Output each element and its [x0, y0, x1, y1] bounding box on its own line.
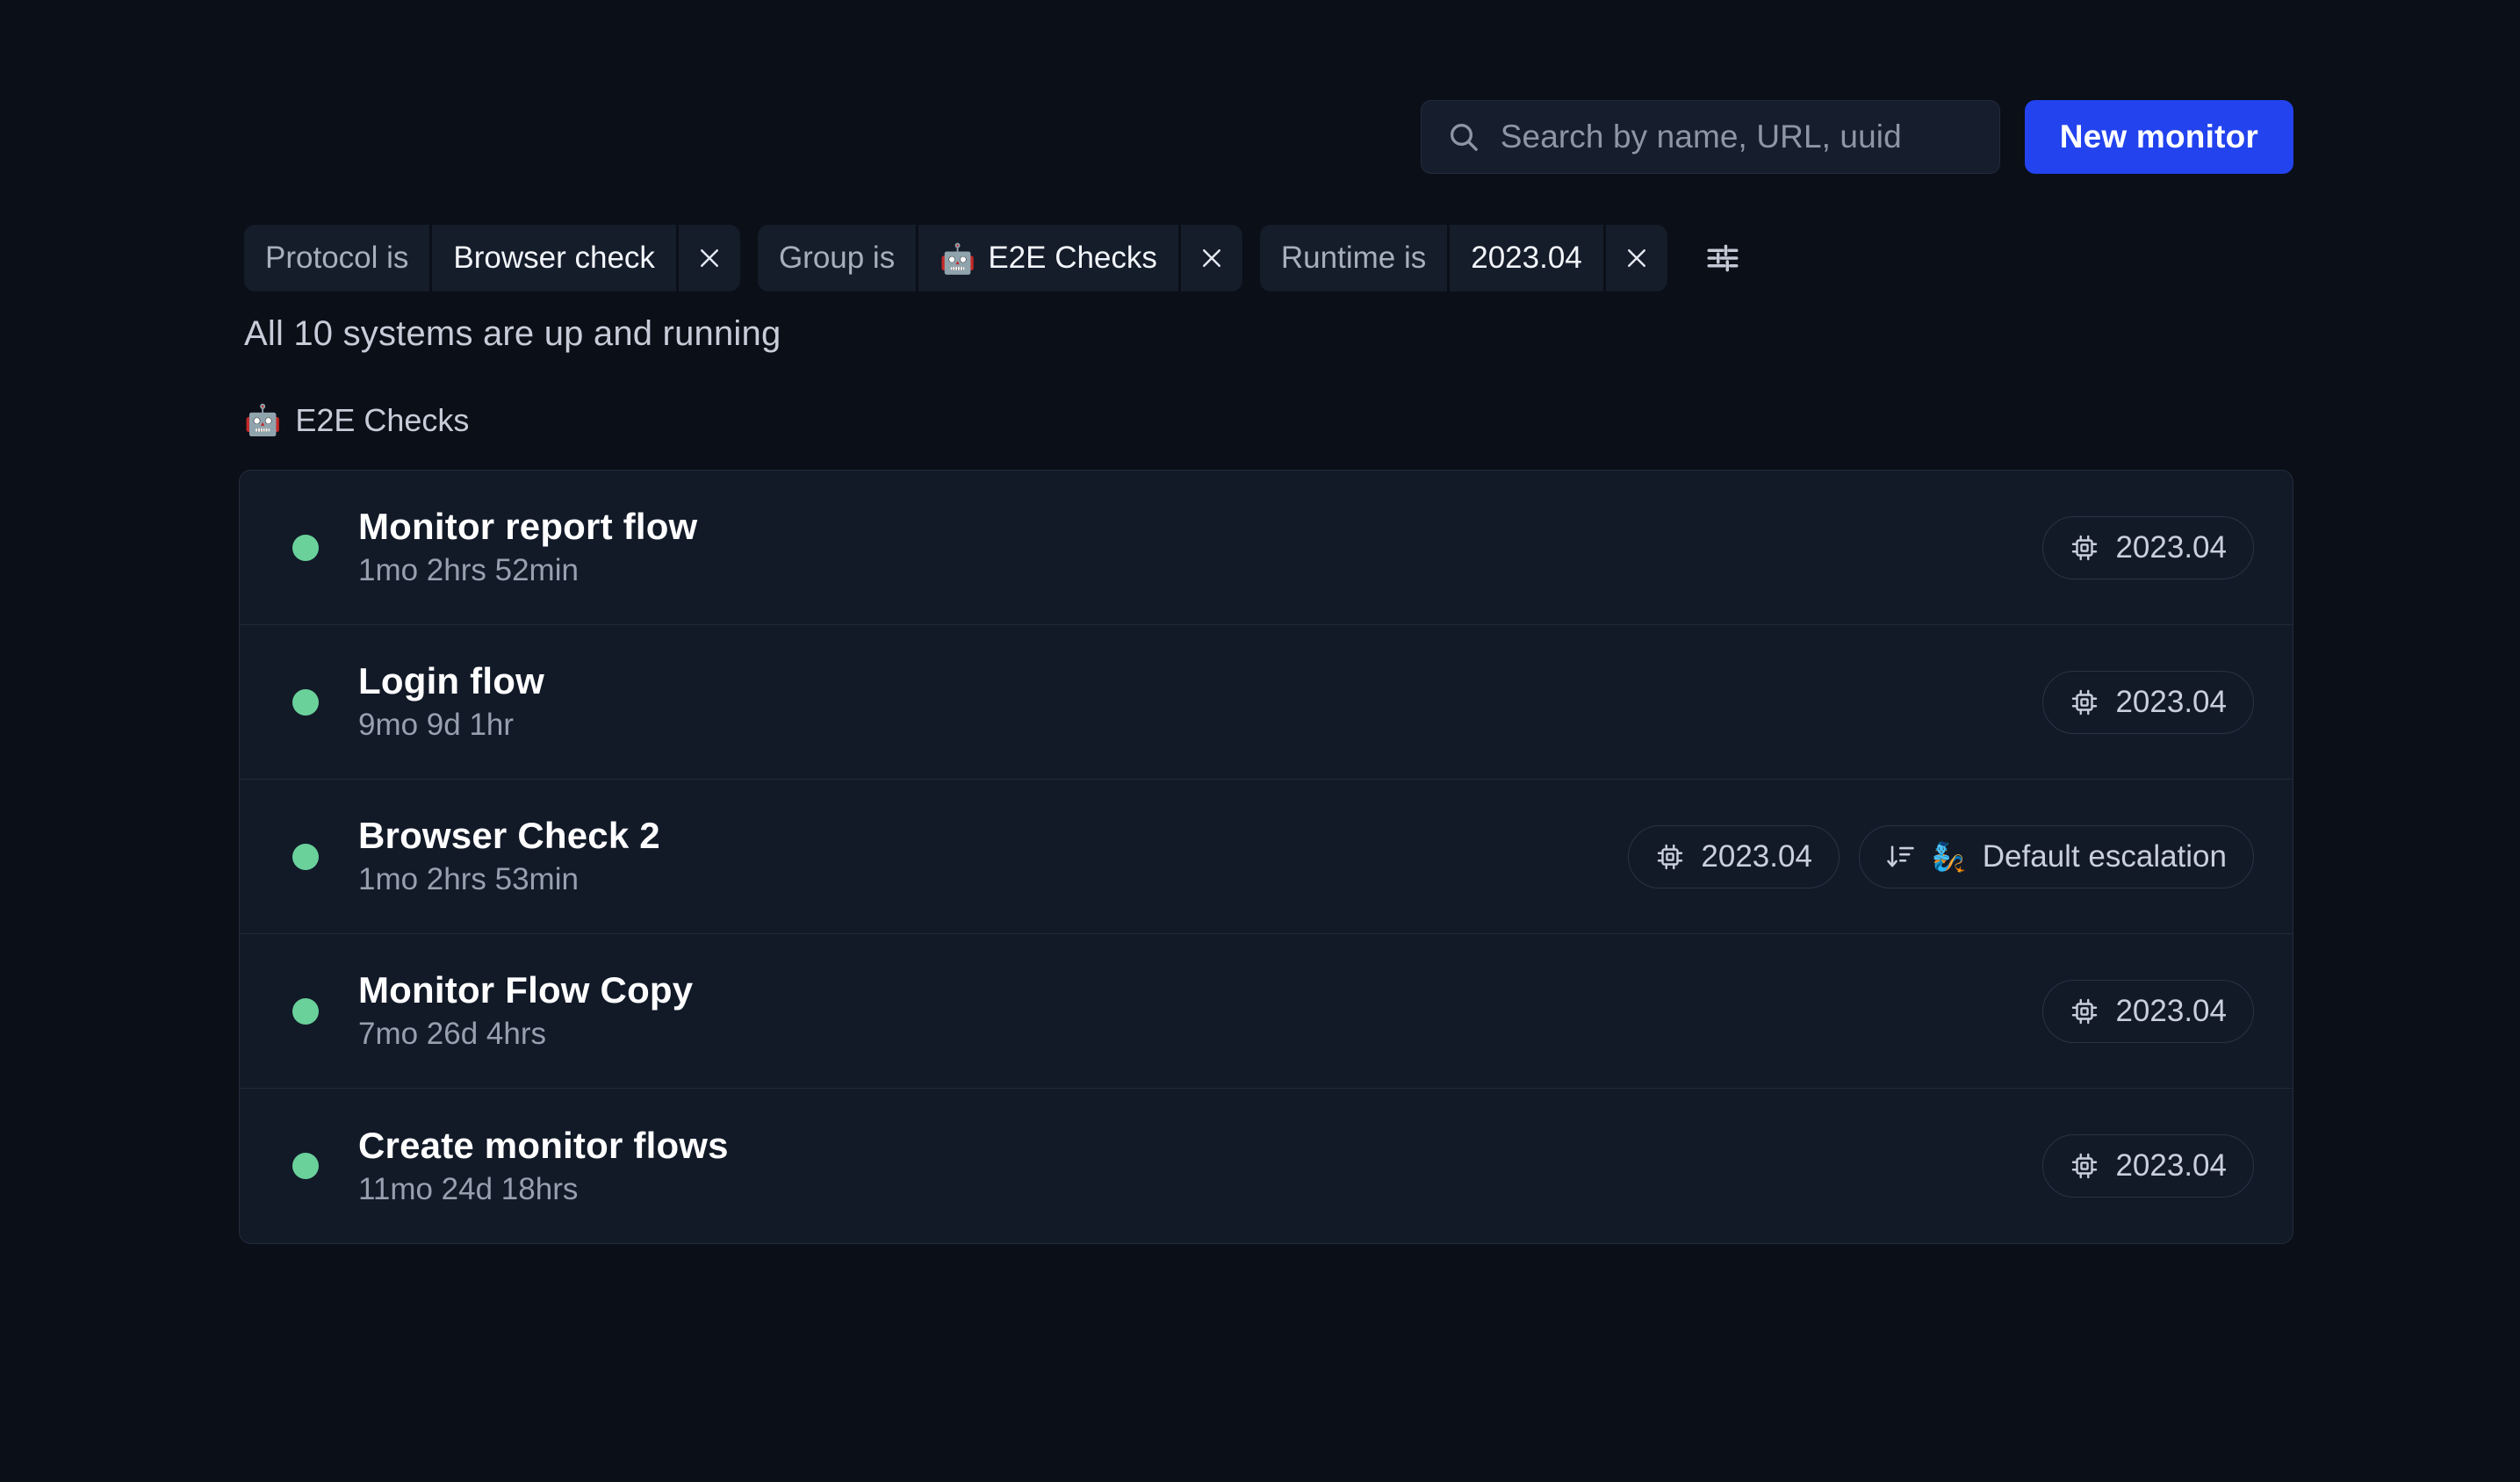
monitor-row[interactable]: Login flow 9mo 9d 1hr 2023.04 — [240, 625, 2293, 780]
filter-chip-key: Group is — [757, 225, 917, 291]
monitor-uptime: 1mo 2hrs 53min — [358, 862, 579, 897]
filter-chip-value-text: 2023.04 — [1471, 241, 1582, 275]
sort-descending-icon — [1886, 842, 1916, 872]
filter-chip-key: Protocol is — [244, 225, 430, 291]
cpu-icon — [2070, 687, 2099, 717]
filter-chip-value-text: E2E Checks — [988, 241, 1157, 275]
filter-chips-row: Protocol is Browser check Group is 🤖 E2E… — [244, 225, 1755, 291]
monitor-row[interactable]: Browser Check 2 1mo 2hrs 53min 2023.04 🧞… — [240, 780, 2293, 934]
cpu-icon — [2070, 996, 2099, 1026]
robot-emoji-icon: 🤖 — [940, 241, 976, 275]
status-dot-up — [292, 534, 319, 561]
genie-emoji-icon: 🧞 — [1931, 840, 1967, 873]
monitor-name: Login flow — [358, 660, 544, 702]
monitor-uptime: 1mo 2hrs 52min — [358, 553, 579, 588]
monitor-row-badges: 2023.04 — [2042, 1134, 2254, 1198]
monitor-row-main: Monitor report flow 1mo 2hrs 52min — [358, 506, 2042, 588]
monitor-list: Monitor report flow 1mo 2hrs 52min 2023.… — [239, 470, 2293, 1244]
search-box[interactable] — [1420, 100, 2000, 174]
runtime-badge-label: 2023.04 — [1701, 838, 1812, 874]
monitor-row[interactable]: Monitor Flow Copy 7mo 26d 4hrs 2023.04 — [240, 934, 2293, 1089]
status-dot-up — [292, 688, 319, 716]
escalation-badge[interactable]: 🧞 Default escalation — [1858, 824, 2254, 888]
filter-chip-remove-icon[interactable] — [678, 225, 740, 291]
status-dot-up — [292, 1153, 319, 1179]
runtime-badge[interactable]: 2023.04 — [2042, 515, 2254, 579]
filter-chip-key: Runtime is — [1259, 225, 1448, 291]
escalation-badge-label: Default escalation — [1982, 838, 2227, 874]
runtime-badge-label: 2023.04 — [2115, 529, 2227, 565]
monitor-name: Create monitor flows — [358, 1124, 729, 1166]
monitor-name: Browser Check 2 — [358, 815, 660, 857]
monitor-row[interactable]: Create monitor flows 11mo 24d 18hrs 2023… — [240, 1089, 2293, 1243]
systems-status-text: All 10 systems are up and running — [244, 314, 781, 353]
runtime-badge-label: 2023.04 — [2115, 684, 2227, 719]
new-monitor-button[interactable]: New monitor — [2024, 100, 2293, 174]
runtime-badge[interactable]: 2023.04 — [2042, 670, 2254, 734]
monitor-row-badges: 2023.04 — [2042, 670, 2254, 734]
search-icon — [1446, 119, 1481, 155]
runtime-badge[interactable]: 2023.04 — [1628, 824, 1840, 888]
runtime-badge[interactable]: 2023.04 — [2042, 979, 2254, 1043]
monitor-row-main: Monitor Flow Copy 7mo 26d 4hrs — [358, 969, 2042, 1052]
filter-chip-runtime[interactable]: Runtime is 2023.04 — [1259, 225, 1667, 291]
group-heading: 🤖 E2E Checks — [244, 402, 469, 439]
cpu-icon — [2070, 1151, 2099, 1181]
filter-chip-value[interactable]: 🤖 E2E Checks — [918, 225, 1178, 291]
status-dot-up — [292, 843, 319, 870]
cpu-icon — [1655, 842, 1685, 872]
monitor-row-badges: 2023.04 — [2042, 515, 2254, 579]
search-input[interactable] — [1500, 119, 1975, 155]
monitor-row-main: Login flow 9mo 9d 1hr — [358, 660, 2042, 743]
filter-chip-value[interactable]: Browser check — [432, 225, 676, 291]
monitor-row-badges: 2023.04 — [2042, 979, 2254, 1043]
monitor-uptime: 9mo 9d 1hr — [358, 708, 515, 743]
robot-emoji-icon: 🤖 — [244, 404, 282, 437]
monitor-row-badges: 2023.04 🧞 Default escalation — [1628, 824, 2254, 888]
monitors-page: New monitor Protocol is Browser check Gr… — [0, 0, 2520, 1482]
monitor-row-main: Create monitor flows 11mo 24d 18hrs — [358, 1124, 2042, 1207]
monitor-uptime: 11mo 24d 18hrs — [358, 1171, 579, 1206]
runtime-badge-label: 2023.04 — [2115, 1148, 2227, 1183]
group-name: E2E Checks — [295, 402, 470, 438]
monitor-name: Monitor report flow — [358, 506, 698, 548]
status-dot-up — [292, 997, 319, 1025]
monitor-name: Monitor Flow Copy — [358, 969, 694, 1011]
runtime-badge[interactable]: 2023.04 — [2042, 1134, 2254, 1198]
cpu-icon — [2070, 533, 2099, 563]
monitor-row[interactable]: Monitor report flow 1mo 2hrs 52min 2023.… — [240, 471, 2293, 625]
filter-chip-protocol[interactable]: Protocol is Browser check — [244, 225, 740, 291]
top-toolbar: New monitor — [244, 97, 2293, 177]
filter-chip-remove-icon[interactable] — [1180, 225, 1242, 291]
filter-chip-value-text: Browser check — [453, 241, 655, 275]
filter-chip-remove-icon[interactable] — [1605, 225, 1667, 291]
filter-settings-button[interactable] — [1690, 226, 1755, 291]
monitor-row-main: Browser Check 2 1mo 2hrs 53min — [358, 815, 1628, 897]
monitor-uptime: 7mo 26d 4hrs — [358, 1017, 547, 1052]
runtime-badge-label: 2023.04 — [2115, 993, 2227, 1028]
filter-chip-group[interactable]: Group is 🤖 E2E Checks — [757, 225, 1242, 291]
filter-chip-value[interactable]: 2023.04 — [1450, 225, 1603, 291]
sliders-icon — [1704, 240, 1741, 277]
